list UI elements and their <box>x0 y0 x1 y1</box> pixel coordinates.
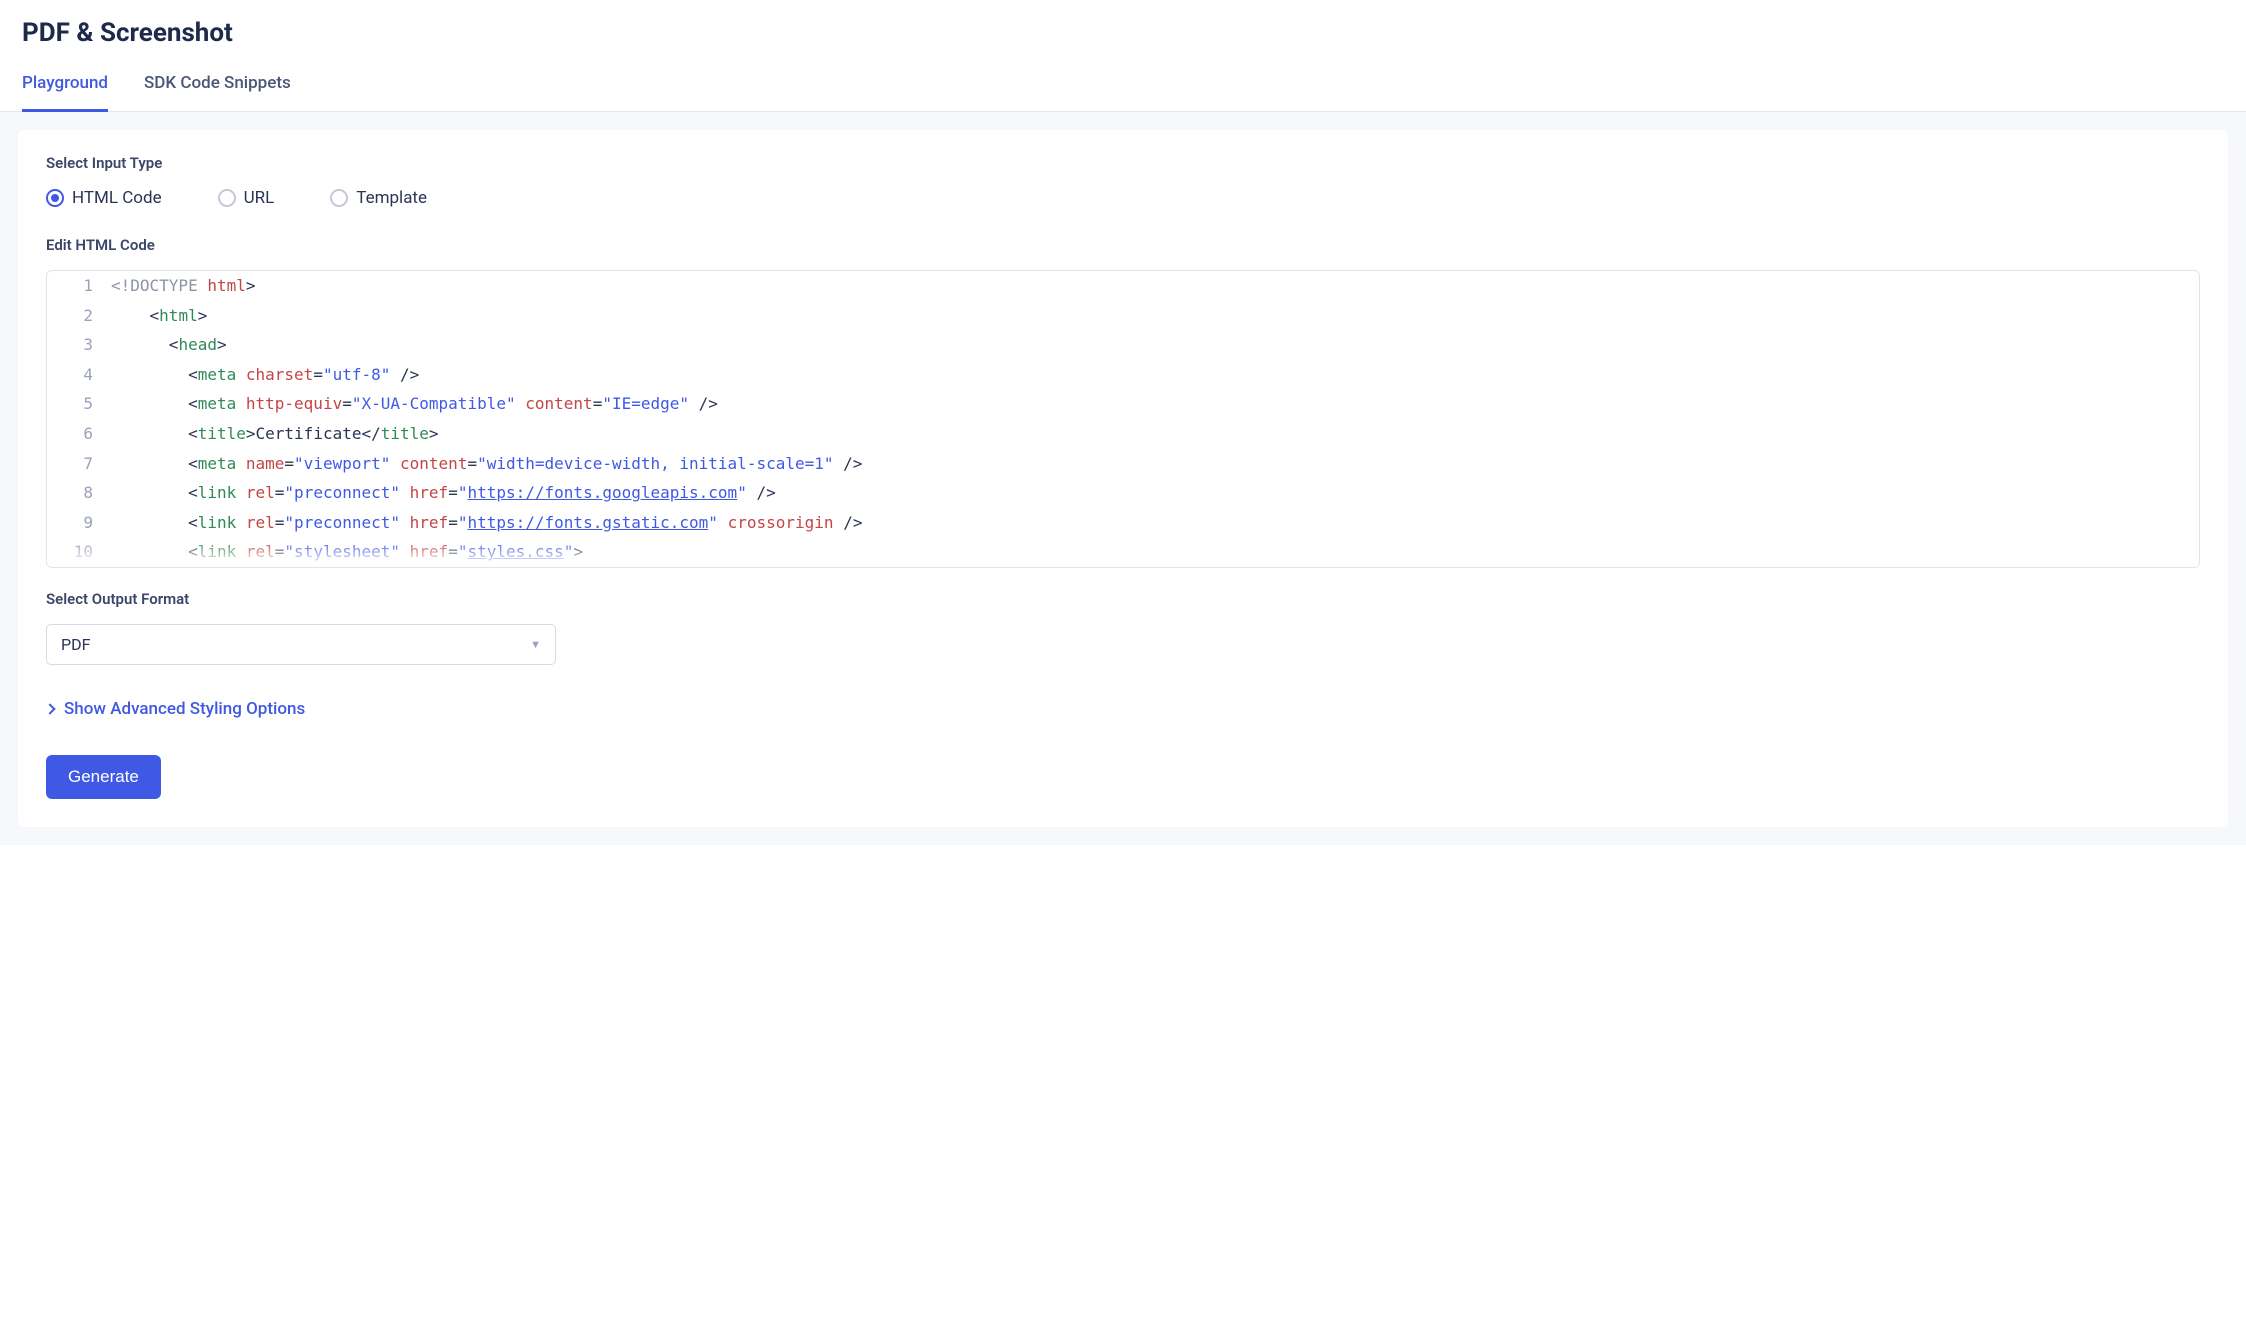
code-row: 5 <meta http-equiv="X-UA-Compatible" con… <box>47 389 2199 419</box>
code-line: <head> <box>111 330 2199 360</box>
code-row: 10 <link rel="stylesheet" href="styles.c… <box>47 537 2199 567</box>
output-format-value: PDF <box>61 635 90 654</box>
playground-card: Select Input Type HTML Code URL Template E… <box>18 130 2228 827</box>
line-number: 4 <box>47 360 111 390</box>
radio-label: URL <box>244 188 275 208</box>
code-row: 6 <title>Certificate</title> <box>47 419 2199 449</box>
code-line: <meta charset="utf-8" /> <box>111 360 2199 390</box>
input-type-radio-group: HTML Code URL Template <box>46 188 2200 208</box>
line-number: 5 <box>47 389 111 419</box>
line-number: 3 <box>47 330 111 360</box>
code-line: <!DOCTYPE html> <box>111 271 2199 301</box>
radio-circle-icon <box>330 189 348 207</box>
code-row: 8 <link rel="preconnect" href="https://f… <box>47 478 2199 508</box>
code-row: 9 <link rel="preconnect" href="https://f… <box>47 508 2199 538</box>
code-line: <link rel="preconnect" href="https://fon… <box>111 478 2199 508</box>
code-row: 7 <meta name="viewport" content="width=d… <box>47 449 2199 479</box>
radio-label: Template <box>356 188 427 208</box>
code-line: <link rel="stylesheet" href="styles.css"… <box>111 537 2199 567</box>
code-line: <link rel="preconnect" href="https://fon… <box>111 508 2199 538</box>
advanced-options-toggle[interactable]: Show Advanced Styling Options <box>46 699 305 719</box>
code-row: 3 <head> <box>47 330 2199 360</box>
radio-label: HTML Code <box>72 188 162 208</box>
output-format-label: Select Output Format <box>46 590 2200 608</box>
tab-playground[interactable]: Playground <box>22 73 108 112</box>
radio-circle-icon <box>218 189 236 207</box>
code-line: <meta http-equiv="X-UA-Compatible" conte… <box>111 389 2199 419</box>
tab-sdk-code-snippets[interactable]: SDK Code Snippets <box>144 73 291 112</box>
radio-template[interactable]: Template <box>330 188 427 208</box>
generate-button[interactable]: Generate <box>46 755 161 799</box>
code-row: 2 <html> <box>47 301 2199 331</box>
tabs: Playground SDK Code Snippets <box>0 48 2246 112</box>
line-number: 10 <box>47 537 111 567</box>
input-type-label: Select Input Type <box>46 154 2200 172</box>
code-row: 4 <meta charset="utf-8" /> <box>47 360 2199 390</box>
line-number: 8 <box>47 478 111 508</box>
page-title: PDF & Screenshot <box>0 0 2246 48</box>
code-line: <title>Certificate</title> <box>111 419 2199 449</box>
html-code-editor[interactable]: 1<!DOCTYPE html>2 <html>3 <head>4 <meta … <box>46 270 2200 568</box>
code-row: 1<!DOCTYPE html> <box>47 271 2199 301</box>
line-number: 6 <box>47 419 111 449</box>
radio-circle-icon <box>46 189 64 207</box>
radio-html-code[interactable]: HTML Code <box>46 188 162 208</box>
advanced-toggle-label: Show Advanced Styling Options <box>64 699 305 719</box>
code-line: <html> <box>111 301 2199 331</box>
chevron-right-icon <box>44 703 55 714</box>
code-line: <meta name="viewport" content="width=dev… <box>111 449 2199 479</box>
output-format-select[interactable]: PDF ▼ <box>46 624 556 665</box>
radio-url[interactable]: URL <box>218 188 275 208</box>
select-caret-icon: ▼ <box>530 638 541 651</box>
line-number: 7 <box>47 449 111 479</box>
editor-label: Edit HTML Code <box>46 236 2200 254</box>
line-number: 2 <box>47 301 111 331</box>
line-number: 1 <box>47 271 111 301</box>
line-number: 9 <box>47 508 111 538</box>
